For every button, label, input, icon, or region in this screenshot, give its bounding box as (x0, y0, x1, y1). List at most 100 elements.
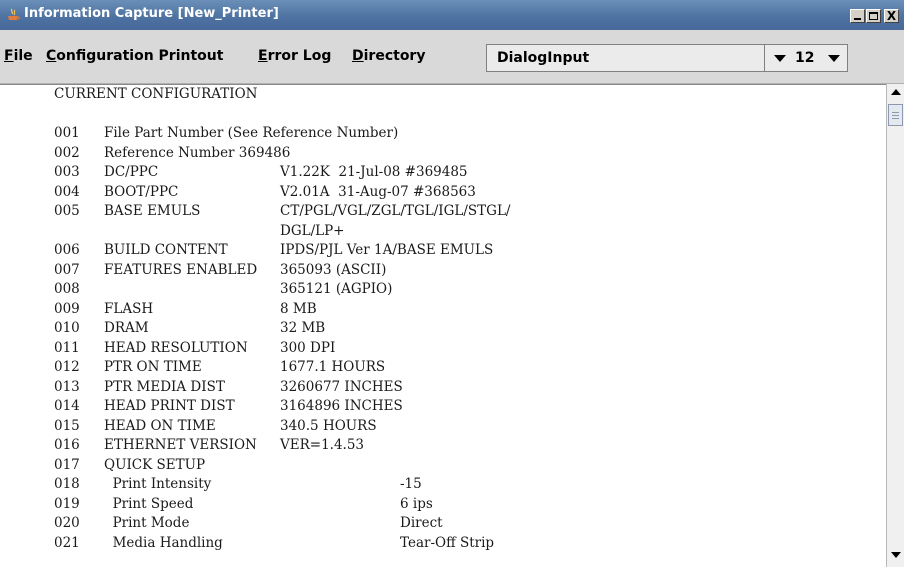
config-line-label: BOOT/PPC (104, 183, 179, 200)
scroll-down-arrow-icon[interactable] (891, 552, 901, 558)
menu-directory[interactable]: Directory (352, 48, 425, 64)
font-size-value: 12 (795, 50, 815, 66)
close-button[interactable]: X (884, 9, 899, 23)
config-line-number: 006 (54, 242, 80, 258)
window-title: Information Capture [New_Printer] (24, 6, 279, 21)
config-line-label: FLASH (104, 300, 154, 317)
config-line-number: 007 (54, 261, 80, 278)
config-line: 020 Print Mode Direct (54, 514, 510, 534)
config-line-label: QUICK SETUP (104, 456, 206, 473)
config-line: 009 FLASH 8 MB (54, 300, 510, 320)
config-line-number: 018 (54, 476, 80, 492)
config-line-label: ETHERNET VERSION (104, 437, 257, 453)
scrollbar-thumb[interactable] (888, 104, 903, 126)
config-line-label: BASE EMULS (104, 203, 201, 219)
config-line-value: 300 DPI (280, 339, 336, 356)
menu-error-log[interactable]: Error Log (258, 48, 331, 64)
config-line: DGL/LP+ (54, 222, 510, 242)
config-line-number: 011 (54, 339, 80, 356)
config-line-value: -15 (400, 476, 422, 492)
config-line-value: Tear-Off Strip (400, 534, 495, 551)
config-line: 005 BASE EMULS CT/PGL/VGL/ZGL/TGL/IGL/STGL… (54, 202, 510, 222)
font-size-select[interactable]: 12 (764, 44, 848, 72)
config-line-label: DC/PPC (104, 164, 159, 180)
close-icon: X (886, 9, 897, 23)
font-family-dropdown-arrow[interactable] (769, 46, 791, 70)
config-line-label: Reference Number 369486 (104, 144, 291, 161)
config-line: 015 HEAD ON TIME 340.5 HOURS (54, 417, 510, 437)
config-line-number: 020 (54, 515, 80, 531)
config-line-value: 340.5 HOURS (280, 417, 377, 434)
config-line-label: BUILD CONTENT (104, 242, 228, 258)
config-line-value: 365093 (ASCII) (280, 261, 387, 278)
config-line: 002 Reference Number 369486 (54, 144, 510, 164)
config-line: 017 QUICK SETUP (54, 456, 510, 476)
config-line-label: Print Mode (104, 515, 190, 531)
configuration-list: CURRENT CONFIGURATION 001 File Part Numbe… (54, 85, 510, 553)
config-line-value: Direct (400, 515, 443, 531)
vertical-scrollbar[interactable] (886, 84, 904, 567)
font-family-select[interactable]: DialogInput (486, 44, 788, 72)
menu-configuration-printout[interactable]: Configuration Printout (46, 48, 223, 64)
config-line-number: 017 (54, 456, 80, 473)
config-line: 018 Print Intensity -15 (54, 475, 510, 495)
config-line-number: 021 (54, 534, 80, 551)
blank-line (54, 105, 510, 125)
config-line-number: 003 (54, 164, 80, 180)
font-size-dropdown-arrow[interactable] (823, 46, 845, 70)
config-line-number: 012 (54, 359, 80, 375)
information-capture-window: Information Capture [New_Printer] X File… (0, 0, 904, 567)
config-line: 019 Print Speed 6 ips (54, 495, 510, 515)
config-line: 012 PTR ON TIME 1677.1 HOURS (54, 358, 510, 378)
config-line-value: 6 ips (400, 495, 433, 512)
config-line-number: 016 (54, 437, 80, 453)
config-line-number: 001 (54, 125, 80, 141)
config-line-value: V1.22K 21-Jul-08 #369485 (280, 164, 468, 180)
config-line-value: 1677.1 HOURS (280, 359, 386, 375)
config-line: 010 DRAM 32 MB (54, 319, 510, 339)
config-line-value: 3260677 INCHES (280, 378, 403, 395)
config-line: 003 DC/PPC V1.22K 21-Jul-08 #369485 (54, 163, 510, 183)
configuration-heading: CURRENT CONFIGURATION (54, 86, 258, 102)
config-line: 001 File Part Number (See Reference Numbe… (54, 124, 510, 144)
config-line-label: PTR MEDIA DIST (104, 378, 225, 395)
config-line: 011 HEAD RESOLUTION 300 DPI (54, 339, 510, 359)
config-line-label: HEAD RESOLUTION (104, 339, 248, 356)
config-line-number: 009 (54, 300, 80, 317)
config-line: 006 BUILD CONTENT IPDS/PJL Ver 1A/BASE EMU… (54, 241, 510, 261)
chevron-down-icon (828, 55, 840, 62)
maximize-icon (869, 12, 878, 20)
config-line-value: 3164896 INCHES (280, 398, 403, 414)
config-line-number: 004 (54, 183, 80, 200)
scroll-up-arrow-icon[interactable] (891, 89, 901, 95)
config-line-number: 015 (54, 417, 80, 434)
config-line-number: 010 (54, 320, 80, 336)
configuration-text-area[interactable]: CURRENT CONFIGURATION 001 File Part Numbe… (0, 84, 886, 567)
title-bar[interactable]: Information Capture [New_Printer] X (0, 0, 904, 30)
config-line-value: IPDS/PJL Ver 1A/BASE EMULS (280, 242, 494, 258)
menu-file[interactable]: File (4, 48, 33, 64)
config-line-label: Print Speed (104, 495, 194, 512)
config-line-label: HEAD ON TIME (104, 417, 216, 434)
maximize-button[interactable] (866, 9, 881, 23)
config-line: 013 PTR MEDIA DIST 3260677 INCHES (54, 378, 510, 398)
minimize-button[interactable] (850, 9, 865, 23)
font-family-value: DialogInput (497, 50, 590, 66)
config-line-value: 32 MB (280, 320, 326, 336)
config-line-number: 002 (54, 144, 80, 161)
chevron-down-icon (774, 55, 786, 62)
java-cup-icon (8, 8, 20, 20)
config-line: 021 Media Handling Tear-Off Strip (54, 534, 510, 554)
config-line-label: PTR ON TIME (104, 359, 202, 375)
menu-bar: File Configuration Printout Error Log Di… (0, 30, 904, 84)
config-line-value: 8 MB (280, 300, 317, 317)
config-line-number: 019 (54, 495, 80, 512)
config-line-number: 013 (54, 378, 80, 395)
config-line-label: DRAM (104, 320, 149, 336)
config-line: 007 FEATURES ENABLED 365093 (ASCII) (54, 261, 510, 281)
config-line-label: FEATURES ENABLED (104, 261, 258, 278)
config-line-value: VER=1.4.53 (280, 437, 365, 453)
config-line-value: V2.01A 31-Aug-07 #368563 (280, 183, 476, 200)
config-line-number: 008 (54, 281, 80, 297)
config-line: 014 HEAD PRINT DIST 3164896 INCHES (54, 397, 510, 417)
